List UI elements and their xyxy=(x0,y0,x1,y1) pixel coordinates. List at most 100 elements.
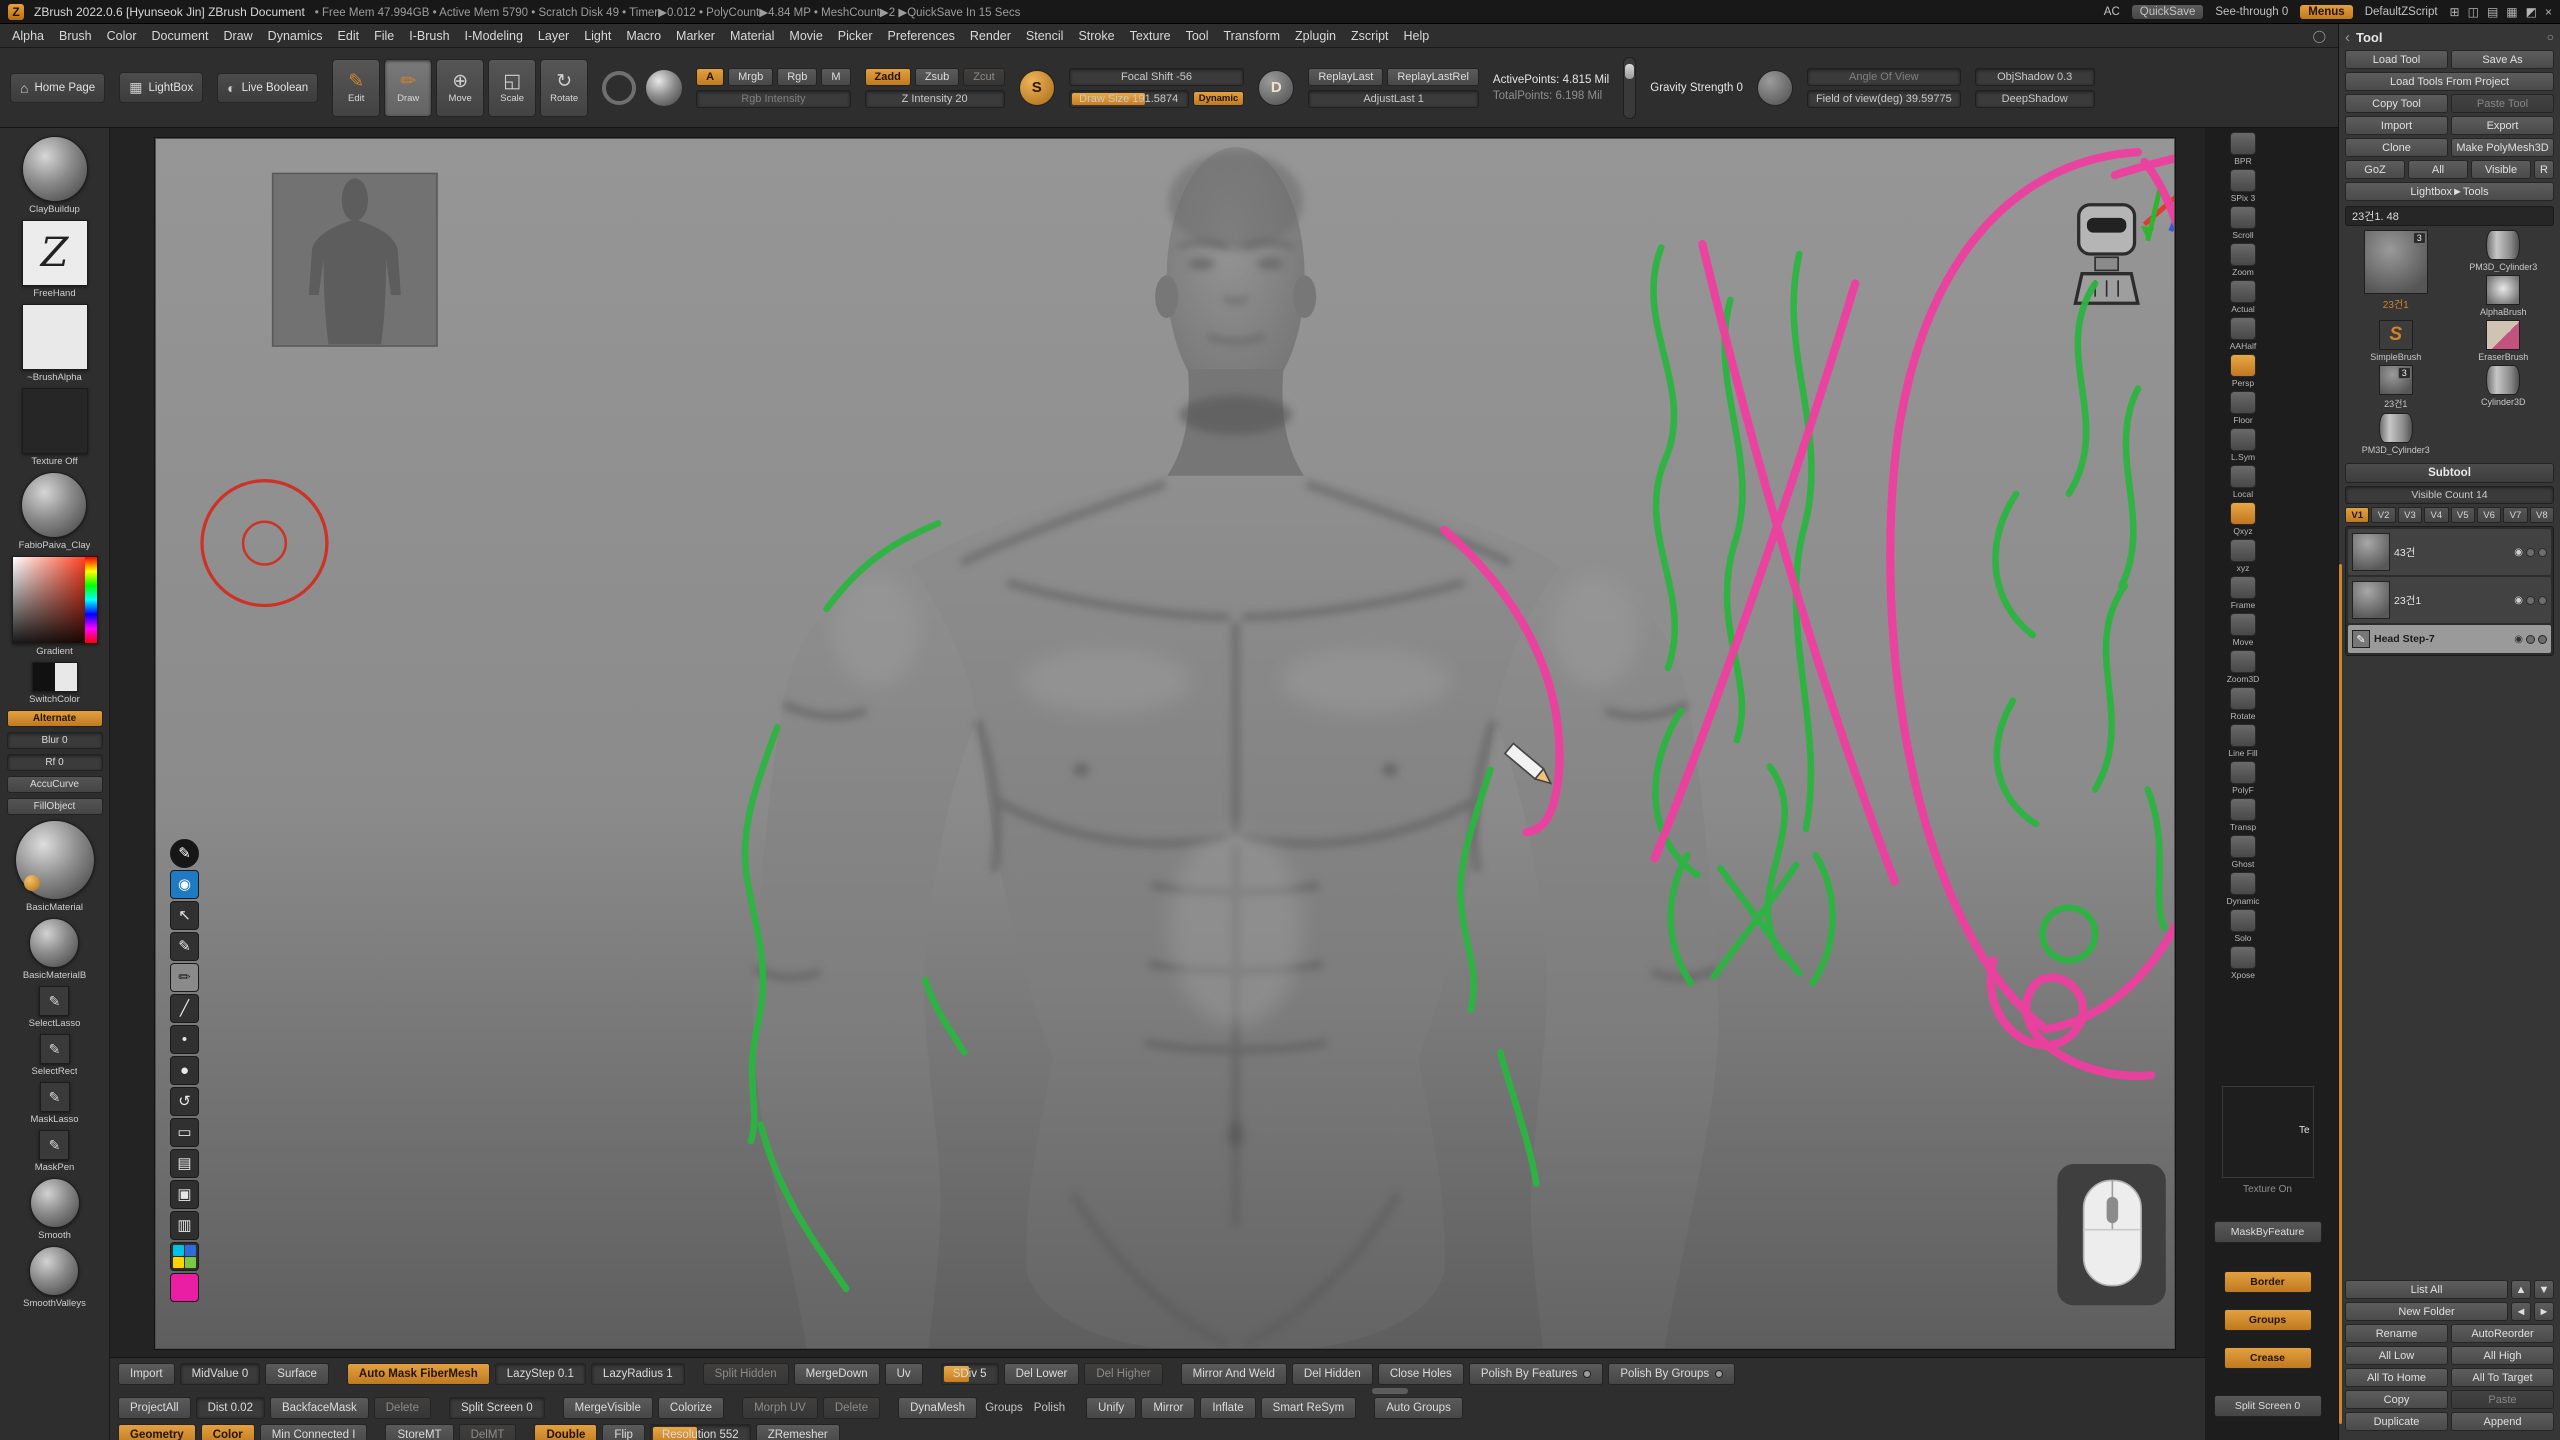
bb-flip[interactable]: Flip xyxy=(602,1424,645,1440)
deep-shadow-slider[interactable]: DeepShadow xyxy=(1975,90,2095,108)
menu-brush[interactable]: Brush xyxy=(59,29,92,43)
paint-toggle-icon[interactable] xyxy=(2526,635,2535,644)
annotate-notes-icon[interactable]: ▥ xyxy=(170,1211,199,1240)
menus-button[interactable]: Menus xyxy=(2300,5,2352,19)
bb-polish-by-features[interactable]: Polish By Features xyxy=(1469,1363,1604,1385)
subtool-append-button[interactable]: Append xyxy=(2451,1412,2554,1431)
m-button[interactable]: M xyxy=(821,68,850,86)
angle-of-view-icon[interactable] xyxy=(1757,70,1793,106)
menu-tool[interactable]: Tool xyxy=(1186,29,1209,43)
bb-morph-uv[interactable]: Morph UV xyxy=(742,1397,818,1419)
stroke-type-icon[interactable] xyxy=(602,71,636,105)
home-page-button[interactable]: ⌂ Home Page xyxy=(10,73,105,103)
mask-by-feature-button[interactable]: MaskByFeature xyxy=(2214,1221,2322,1243)
shelf-zoom3d[interactable]: Zoom3D xyxy=(2217,650,2269,684)
sidebar-item-selectlasso[interactable]: ✎SelectLasso xyxy=(29,986,81,1029)
bb-close-holes[interactable]: Close Holes xyxy=(1378,1363,1464,1385)
annotate-pencil-icon[interactable]: ✏ xyxy=(170,963,199,992)
bb-backfacemask[interactable]: BackfaceMask xyxy=(270,1397,369,1419)
paint-toggle-icon[interactable] xyxy=(2526,596,2535,605)
bb-mergedown[interactable]: MergeDown xyxy=(794,1363,880,1385)
tool-load-tools-from-project-button[interactable]: Load Tools From Project xyxy=(2345,72,2554,91)
titlebar-icon-3[interactable]: ▤ xyxy=(2487,5,2498,19)
bb-smart-resym[interactable]: Smart ReSym xyxy=(1261,1397,1357,1419)
crease-button[interactable]: Crease xyxy=(2224,1347,2312,1369)
alpha-a-button[interactable]: A xyxy=(696,68,724,86)
menu-layer[interactable]: Layer xyxy=(538,29,569,43)
bb-import[interactable]: Import xyxy=(118,1363,175,1385)
replay-last-button[interactable]: ReplayLast xyxy=(1308,68,1383,86)
shelf-aahalf[interactable]: AAHalf xyxy=(2217,317,2269,351)
bb-auto-groups[interactable]: Auto Groups xyxy=(1374,1397,1463,1419)
subtool-all-to-target-button[interactable]: All To Target xyxy=(2451,1368,2554,1387)
subtool-copy-button[interactable]: Copy xyxy=(2345,1390,2448,1409)
subtool-duplicate-button[interactable]: Duplicate xyxy=(2345,1412,2448,1431)
shelf-zoom[interactable]: Zoom xyxy=(2217,243,2269,277)
annotate-badge-icon[interactable]: ✎ xyxy=(170,839,199,868)
rotate-button[interactable]: ↻ Rotate xyxy=(540,59,588,117)
texture-on-label[interactable]: Texture On xyxy=(2243,1184,2292,1195)
sidebar-item-smoothvalleys[interactable]: SmoothValleys xyxy=(23,1246,86,1309)
replay-icon[interactable]: D xyxy=(1258,70,1294,106)
sidebar-item-selectrect[interactable]: ✎SelectRect xyxy=(32,1034,78,1077)
annotate-palette-icon[interactable] xyxy=(170,1242,199,1271)
texture-thumbnail[interactable]: Te xyxy=(2222,1086,2314,1178)
bb-dynamesh[interactable]: DynaMesh xyxy=(898,1397,977,1419)
tool-clone-button[interactable]: Clone xyxy=(2345,138,2448,157)
subtool-all-to-home-button[interactable]: All To Home xyxy=(2345,1368,2448,1387)
bb-double[interactable]: Double xyxy=(534,1424,597,1440)
eye-icon[interactable]: ◉ xyxy=(2514,547,2523,558)
shelf-solo[interactable]: Solo xyxy=(2217,909,2269,943)
rgb-button[interactable]: Rgb xyxy=(777,68,817,86)
bb-midvalue-0[interactable]: MidValue 0 xyxy=(180,1363,261,1385)
shelf-persp[interactable]: Persp xyxy=(2217,354,2269,388)
bb-sdiv-5[interactable]: SDiv 5 xyxy=(941,1363,999,1385)
bb-colorize[interactable]: Colorize xyxy=(658,1397,724,1419)
draw-button[interactable]: ✏ Draw xyxy=(384,59,432,117)
tool-copy-tool-button[interactable]: Copy Tool xyxy=(2345,94,2448,113)
live-boolean-button[interactable]: ◐ Live Boolean xyxy=(217,73,318,103)
adjust-last-slider[interactable]: AdjustLast 1 xyxy=(1308,90,1479,108)
sidebar-item-texture-off[interactable]: Texture Off xyxy=(22,388,88,467)
tool-export-button[interactable]: Export xyxy=(2451,116,2554,135)
subtool-all-low-button[interactable]: All Low xyxy=(2345,1346,2448,1365)
dynamic-button[interactable]: Dynamic xyxy=(1193,91,1245,106)
titlebar-icon-5[interactable]: ◩ xyxy=(2526,5,2537,19)
fillobject-control[interactable]: FillObject xyxy=(7,798,103,815)
menu-zscript[interactable]: Zscript xyxy=(1351,29,1389,43)
eye-icon[interactable]: ◉ xyxy=(2514,595,2523,606)
menu-edit[interactable]: Edit xyxy=(338,29,360,43)
active-tool-thumb[interactable]: 323건1 xyxy=(2345,230,2447,317)
shelf-qxyz[interactable]: Qxyz xyxy=(2217,502,2269,536)
menu-preferences[interactable]: Preferences xyxy=(888,29,955,43)
menu-draw[interactable]: Draw xyxy=(224,29,253,43)
paint-toggle-icon[interactable] xyxy=(2526,548,2535,557)
menu-stroke[interactable]: Stroke xyxy=(1078,29,1114,43)
tool-thumb-alphabrush[interactable]: AlphaBrush xyxy=(2453,275,2555,317)
bb-uv[interactable]: Uv xyxy=(885,1363,923,1385)
rgb-intensity-slider[interactable]: Rgb Intensity xyxy=(696,90,850,108)
sidebar-item-smooth[interactable]: Smooth xyxy=(30,1178,80,1241)
lightbox-button[interactable]: ▦ LightBox xyxy=(119,72,203,103)
bb-min-connected-i[interactable]: Min Connected I xyxy=(260,1424,368,1440)
annotate-dot-small-icon[interactable]: • xyxy=(170,1025,199,1054)
tool-load-tool-button[interactable]: Load Tool xyxy=(2345,50,2448,69)
bb-geometry[interactable]: Geometry xyxy=(118,1424,196,1440)
gravity-strength-label[interactable]: Gravity Strength 0 xyxy=(1650,82,1743,94)
sidebar-item-blur-0[interactable]: Blur 0 xyxy=(7,732,103,749)
menu-i-brush[interactable]: I-Brush xyxy=(409,29,449,43)
sidebar-item-claybuildup[interactable]: ClayBuildup xyxy=(22,136,88,215)
bb-zremesher[interactable]: ZRemesher xyxy=(756,1424,840,1440)
sculpt-canvas[interactable] xyxy=(156,139,2174,1348)
tool-paste-tool-button[interactable]: Paste Tool xyxy=(2451,94,2554,113)
menu-movie[interactable]: Movie xyxy=(789,29,822,43)
rf-0-control[interactable]: Rf 0 xyxy=(7,754,103,771)
accucurve-control[interactable]: AccuCurve xyxy=(7,776,103,793)
subtool-tab-v2[interactable]: V2 xyxy=(2371,507,2395,523)
default-zscript-button[interactable]: DefaultZScript xyxy=(2365,6,2438,18)
sidebar-item-brushalpha[interactable]: ~BrushAlpha xyxy=(22,304,88,383)
blur-0-control[interactable]: Blur 0 xyxy=(7,732,103,749)
subtool-row-23-1[interactable]: 23건1◉ xyxy=(2348,577,2551,623)
sculptris-pro-icon[interactable]: S xyxy=(1019,70,1055,106)
modifier-dot-icon[interactable] xyxy=(1583,1370,1591,1378)
